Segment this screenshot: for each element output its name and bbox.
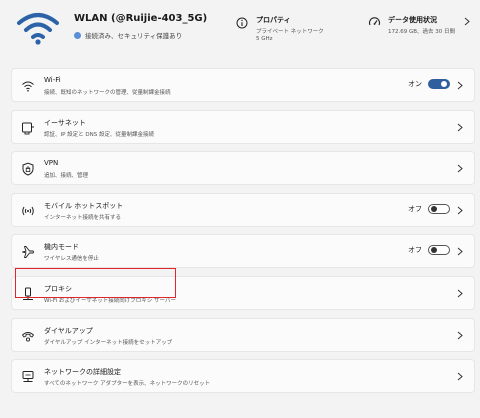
advanced-network-title: ネットワークの詳細設定: [44, 368, 121, 377]
advanced-network-description: すべてのネットワーク アダプターを表示、ネットワークのリセット: [44, 381, 211, 388]
ethernet-description: 認証、IP 設定と DNS 設定、従量制課金接続: [44, 131, 155, 138]
properties-title: プロパティ: [256, 16, 291, 24]
hotspot-icon: [22, 206, 34, 216]
mobile-hotspot-title: モバイル ホットスポット: [44, 201, 124, 210]
properties-band: 5 GHz: [256, 36, 273, 42]
wifi-toggle-label: オン: [408, 80, 422, 88]
airplane-mode-toggle-label: オフ: [408, 246, 422, 255]
mobile-hotspot-toggle-label: オフ: [408, 204, 422, 213]
chevron-right-icon: [457, 164, 463, 173]
airplane-mode-toggle-group: オフ: [408, 245, 450, 256]
mobile-hotspot-toggle[interactable]: [428, 203, 450, 214]
wifi-description: 接続、既知のネットワークの管理、従量制課金接続: [44, 90, 171, 96]
chevron-right-icon: [457, 372, 463, 381]
properties-network-type: プライベート ネットワーク: [256, 29, 324, 35]
settings-row-vpn[interactable]: VPN 追加、接続、管理: [11, 151, 475, 186]
dial-up-description: ダイヤルアップ インターネット接続をセットアップ: [44, 339, 173, 346]
settings-row-advanced-network[interactable]: ネットワークの詳細設定 すべてのネットワーク アダプターを表示、ネットワークのリ…: [11, 359, 475, 394]
data-usage-title: データ使用状況: [388, 16, 437, 24]
airplane-mode-title: 機内モード: [44, 243, 79, 252]
info-dot-icon: [74, 31, 81, 39]
info-icon: [236, 17, 248, 29]
proxy-title: プロキシ: [44, 284, 72, 293]
settings-row-wifi[interactable]: Wi-Fi 接続、既知のネットワークの管理、従量制課金接続 オン: [11, 68, 475, 102]
wifi-title: Wi-Fi: [44, 76, 61, 84]
wifi-icon: [22, 81, 34, 92]
data-usage-icon: [368, 17, 381, 26]
wifi-large-icon: [17, 13, 59, 45]
ethernet-icon: [22, 122, 34, 135]
settings-row-ethernet[interactable]: イーサネット 認証、IP 設定と DNS 設定、従量制課金接続: [11, 109, 475, 144]
dial-up-title: ダイヤルアップ: [44, 326, 93, 335]
ethernet-title: イーサネット: [44, 118, 86, 127]
chevron-right-icon: [457, 331, 463, 339]
network-header: WLAN (@Ruijie-403_5G) 接続済み、セキュリティ保護あり プロ…: [0, 0, 480, 62]
chevron-right-icon: [457, 289, 463, 298]
chevron-right-icon: [457, 81, 463, 90]
proxy-icon: [23, 287, 33, 300]
chevron-right-icon: [457, 123, 463, 131]
network-status-text: 接続済み、セキュリティ保護あり: [85, 32, 183, 40]
settings-row-dial-up[interactable]: ダイヤルアップ ダイヤルアップ インターネット接続をセットアップ: [11, 317, 475, 352]
settings-row-mobile-hotspot[interactable]: モバイル ホットスポット インターネット接続を共有する オフ: [11, 192, 475, 227]
wifi-toggle[interactable]: [428, 79, 450, 89]
airplane-mode-description: ワイヤレス通信を停止: [44, 256, 99, 263]
chevron-right-icon[interactable]: [464, 17, 470, 26]
network-adapter-icon: [22, 371, 34, 383]
network-status: 接続済み、セキュリティ保護あり: [74, 30, 182, 40]
chevron-right-icon: [457, 247, 463, 256]
settings-row-airplane-mode[interactable]: 機内モード ワイヤレス通信を停止 オフ: [11, 234, 475, 269]
settings-row-proxy[interactable]: プロキシ Wi-Fi およびイーサネット接続向けプロキシ サーバー: [11, 275, 475, 310]
airplane-mode-toggle[interactable]: [428, 245, 450, 256]
dial-up-icon: [22, 331, 34, 342]
data-usage-detail: 172.69 GB、過去 30 日間: [388, 29, 456, 35]
shield-icon: [22, 162, 34, 176]
airplane-icon: [22, 246, 35, 259]
proxy-description: Wi-Fi およびイーサネット接続向けプロキシ サーバー: [44, 297, 176, 304]
vpn-title: VPN: [44, 159, 59, 168]
vpn-description: 追加、接続、管理: [44, 173, 89, 180]
network-settings-list: Wi-Fi 接続、既知のネットワークの管理、従量制課金接続 オン イーサネット …: [11, 68, 475, 401]
network-name: WLAN (@Ruijie-403_5G): [74, 13, 208, 24]
chevron-right-icon: [457, 206, 463, 215]
wifi-toggle-group: オン: [408, 79, 450, 89]
mobile-hotspot-description: インターネット接続を共有する: [44, 214, 122, 221]
mobile-hotspot-toggle-group: オフ: [408, 203, 450, 214]
